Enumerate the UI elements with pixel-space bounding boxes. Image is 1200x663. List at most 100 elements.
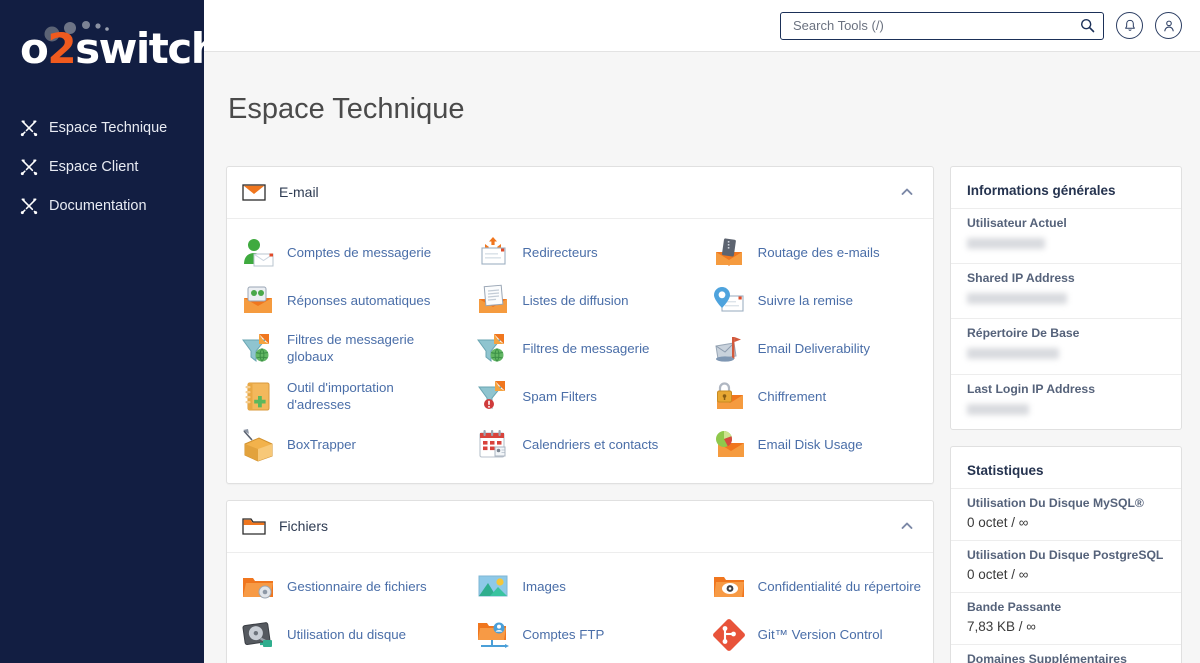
tile-label: Spam Filters [522,388,597,404]
tile-jetbackup[interactable]: JetBackup [227,659,462,663]
track-delivery-icon [713,286,744,312]
tile-utilisation-du-disque[interactable]: Utilisation du disque [227,611,462,659]
feature-panels-column: E-mail Comptes de messagerie Redirecteur… [226,165,934,663]
tile-suivre-la-remise[interactable]: Suivre la remise [698,277,933,325]
section-fichiers-tiles: Gestionnaire de fichiers Images Confiden… [227,553,933,663]
tile-gestionnaire-de-fichiers[interactable]: Gestionnaire de fichiers [227,563,462,611]
tile-label: Images [522,578,566,594]
stat-value: 0 octet / ∞ [967,566,1029,582]
section-title: E-mail [279,184,319,201]
directory-privacy-icon [713,576,744,597]
stat-row: Utilisation Du Disque PostgreSQL 0 octet… [951,539,1181,592]
tile-chiffrement[interactable]: Chiffrement [698,373,933,421]
info-row: Répertoire De Base [951,318,1181,373]
tile-label: Listes de diffusion [522,292,629,308]
spam-filters-icon [478,380,506,409]
tile-label: Outil d'importation d'adresses [287,380,394,412]
tile-filtres-de-messagerie-globaux[interactable]: Filtres de messagerie globaux [227,325,462,373]
tile-label: Confidentialité du répertoire [757,578,922,594]
sidebar-item-label: Espace Client [49,158,139,175]
ftp-accounts-icon [478,622,510,648]
user-icon [1163,20,1174,31]
tile-calendriers-et-contacts[interactable]: Calendriers et contacts [462,421,697,469]
tile-label: Utilisation du disque [287,626,407,642]
stat-label: Domaines Supplémentaires [967,651,1127,663]
search-box[interactable] [780,11,1104,40]
sidebar-item-espace-client[interactable]: Espace Client [0,147,204,186]
tools-icon [20,198,38,214]
tile-spam-filters[interactable]: Spam Filters [462,373,697,421]
tile-images[interactable]: Images [462,563,697,611]
info-value-redacted [967,237,1045,249]
tile-filtres-de-messagerie[interactable]: Filtres de messagerie [462,325,697,373]
app-root: o2switch Espace Technique [0,0,1200,663]
info-row: Utilisateur Actuel [951,207,1181,263]
bell-icon [1124,19,1135,31]
tile-email-deliverability[interactable]: Email Deliverability [698,325,933,373]
stat-label: Utilisation Du Disque MySQL® [967,495,1144,510]
section-title: Fichiers [279,518,329,535]
info-row: Last Login IP Address [951,373,1181,429]
account-button[interactable] [1155,12,1182,39]
tile-listes-de-diffusion[interactable]: Listes de diffusion [462,277,697,325]
tile-label: Routage des e-mails [757,244,880,260]
panel-general-info: Informations générales Utilisateur Actue… [950,165,1182,430]
images-icon [478,575,508,597]
stat-row: Utilisation Du Disque MySQL® 0 octet / ∞ [951,487,1181,540]
columns: E-mail Comptes de messagerie Redirecteur… [226,165,1182,663]
info-label: Répertoire De Base [967,326,1080,341]
brand-accent: 2 [47,24,76,73]
tile-boxtrapper[interactable]: BoxTrapper [227,421,462,469]
tile-comptes-de-messagerie[interactable]: Comptes de messagerie [227,229,462,277]
global-email-filters-icon [242,333,269,362]
stat-label: Bande Passante [967,599,1062,614]
chevron-up-icon[interactable] [899,518,915,534]
section-email-tiles: Comptes de messagerie Redirecteurs Routa… [227,219,933,483]
chevron-up-icon[interactable] [899,184,915,200]
tile-reponses-automatiques[interactable]: Réponses automatiques [227,277,462,325]
encryption-icon [716,382,743,409]
tile-confidentialite-du-repertoire[interactable]: Confidentialité du répertoire [698,563,933,611]
stat-row: Domaines Supplémentaires 0 / ∞ [951,643,1181,663]
tile-git-version-control[interactable]: Git™ Version Control [698,611,933,659]
tools-icon [20,159,38,175]
tile-label: Gestionnaire de fichiers [287,578,427,594]
tools-icon [20,120,38,136]
sidebar-item-label: Documentation [49,197,147,214]
brand-wordmark: o2switch [20,28,204,70]
disk-usage-icon [242,622,272,647]
section-fichiers-header[interactable]: Fichiers [227,501,933,553]
stat-row: Bande Passante 7,83 KB / ∞ [951,591,1181,644]
main-area: Espace Technique E-mail [204,0,1200,663]
section-email: E-mail Comptes de messagerie Redirecteur… [226,165,934,484]
tile-label: Git™ Version Control [757,626,883,642]
info-value-redacted [967,293,1067,305]
search-icon[interactable] [1080,18,1095,33]
brand-suffix: switch [75,24,204,73]
search-input[interactable] [791,17,1080,34]
brand-logo[interactable]: o2switch [0,0,204,78]
info-label: Last Login IP Address [967,381,1095,396]
address-importer-icon [245,382,270,411]
sidebar-item-espace-technique[interactable]: Espace Technique [0,108,204,147]
tile-label: Calendriers et contacts [522,436,659,452]
tile-email-disk-usage[interactable]: Email Disk Usage [698,421,933,469]
email-filters-icon [477,333,505,362]
tile-redirecteurs[interactable]: Redirecteurs [462,229,697,277]
section-email-header[interactable]: E-mail [227,167,933,219]
sidebar-item-label: Espace Technique [49,119,168,136]
general-info-title: Informations générales [967,182,1116,198]
sidebar-nav: Espace Technique Espace Client Documenta… [0,108,204,225]
tile-label: Filtres de messagerie [522,340,650,356]
calendars-contacts-icon [479,429,506,458]
tile-outil-d-importation-d-adresses[interactable]: Outil d'importation d'adresses [227,373,462,421]
tile-routage-des-e-mails[interactable]: Routage des e-mails [698,229,933,277]
forwarders-icon [481,236,506,265]
notifications-button[interactable] [1116,12,1143,39]
info-label: Utilisateur Actuel [967,215,1067,230]
tile-comptes-ftp[interactable]: Comptes FTP [462,611,697,659]
sidebar-item-documentation[interactable]: Documentation [0,186,204,225]
brand-prefix: o [20,24,49,73]
tile-label: BoxTrapper [287,436,356,452]
info-value-redacted [967,348,1059,360]
